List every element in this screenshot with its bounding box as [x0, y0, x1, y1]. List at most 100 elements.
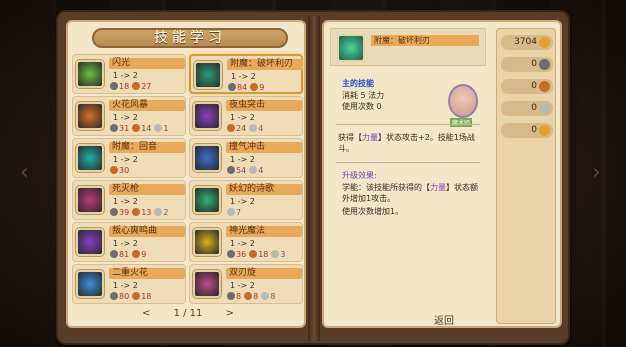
upgrade-uses: 使用次数增加1。 [342, 207, 404, 216]
cost-value: 18 [141, 292, 152, 301]
coin-icon [110, 292, 118, 300]
skill-card[interactable]: 神光魔法 1 -> 2 36 18 3 [189, 222, 303, 262]
owner-label: 主的技能 [342, 79, 374, 88]
cost-value: 39 [119, 208, 130, 217]
cost-value: 7 [236, 208, 242, 217]
skill-cost: 80 18 [109, 292, 153, 301]
skill-icon [76, 60, 104, 88]
cost-value: 4 [258, 166, 264, 175]
skill-name: 撞气冲击 [226, 142, 302, 153]
resource-row: 0 [501, 101, 553, 116]
upgrade-title: 升级效果: [342, 171, 377, 180]
coin-icon [132, 124, 141, 132]
skill-cost: 8 8 8 [226, 292, 277, 301]
coin-icon [110, 250, 118, 258]
resource-row: 0 [501, 123, 553, 138]
cost-value: 3 [280, 250, 286, 259]
skill-level: 1 -> 2 [230, 239, 255, 248]
skill-card[interactable]: 死灭枪 1 -> 2 39 13 2 [72, 180, 186, 220]
coin-icon [227, 208, 235, 216]
coin-icon [227, 166, 235, 174]
desc-part1: 获得【 [338, 133, 362, 142]
skill-icon [194, 61, 222, 89]
skill-card[interactable]: 夜虫突击 1 -> 2 24 4 [189, 96, 303, 136]
cost-value: 30 [119, 166, 130, 175]
skill-icon [76, 228, 104, 256]
skill-card[interactable]: 双刃旋 1 -> 2 8 8 8 [189, 264, 303, 304]
cost-value: 1 [163, 124, 169, 133]
cost-value: 31 [119, 124, 130, 133]
skill-cost: 39 13 2 [109, 208, 170, 217]
avatar-tag: 魔术师 [450, 118, 473, 127]
skill-icon [193, 270, 221, 298]
skill-card[interactable]: 附魔：破坏利刃 1 -> 2 84 9 [189, 54, 303, 94]
coin-icon [132, 208, 141, 216]
skill-detail: 附魔：破坏利刃 主的技能 消耗 5 法力 使用次数 0 魔术师 获得【力量】状态… [330, 28, 486, 324]
resource-row: 0 [501, 79, 553, 94]
skill-name: 双刃旋 [226, 268, 302, 279]
uses-label: 使用次数 0 [342, 102, 382, 111]
cost-value: 2 [163, 208, 169, 217]
right-arrow-icon[interactable]: › [592, 160, 601, 185]
skill-name: 火花风暴 [109, 100, 185, 111]
skill-description: 获得【力量】状态攻击+2。技能1场战斗。 [338, 132, 486, 154]
skill-name: 闪光 [109, 58, 185, 69]
skill-card[interactable]: 闪光 1 -> 2 18 27 [72, 54, 186, 94]
right-page: 附魔：破坏利刃 主的技能 消耗 5 法力 使用次数 0 魔术师 获得【力量】状态… [322, 20, 562, 328]
coin-icon [154, 208, 163, 216]
resource-row: 3704 [501, 35, 553, 50]
resource-value: 0 [531, 125, 537, 135]
coin-icon [110, 166, 118, 174]
back-button[interactable]: 返回 [324, 312, 564, 327]
skill-level: 1 -> 2 [113, 113, 138, 122]
cost-value: 54 [236, 166, 247, 175]
skill-card[interactable]: 火花风暴 1 -> 2 31 14 1 [72, 96, 186, 136]
skill-icon [193, 228, 221, 256]
prev-page-button[interactable]: < [142, 308, 150, 319]
next-page-button[interactable]: > [226, 308, 234, 319]
skill-card[interactable]: 妖幻的诗歌 1 -> 2 7 [189, 180, 303, 220]
resource-panel: 3704 0 0 0 0 [496, 28, 556, 324]
coin-icon [132, 250, 141, 258]
skill-cost: 7 [226, 208, 243, 217]
skill-name: 附魔：回音 [109, 142, 185, 153]
coin-icon [132, 82, 141, 90]
skill-cost: 84 9 [227, 83, 266, 92]
divider [336, 162, 480, 163]
character-avatar [448, 84, 478, 118]
currency-icon [539, 103, 550, 114]
desc-item: 力量 [362, 133, 378, 142]
skill-level: 1 -> 2 [230, 197, 255, 206]
skill-card[interactable]: 撞气冲击 1 -> 2 54 4 [189, 138, 303, 178]
page-title: 技能学习 [92, 28, 288, 48]
skill-icon [76, 186, 104, 214]
resource-value: 3704 [514, 37, 537, 47]
skill-level: 1 -> 2 [113, 239, 138, 248]
book-spine [308, 16, 320, 341]
skill-icon [193, 186, 221, 214]
skill-cost: 54 4 [226, 166, 265, 175]
skill-card[interactable]: 附魔：回音 1 -> 2 30 [72, 138, 186, 178]
skill-name: 死灭枪 [109, 184, 185, 195]
currency-icon [539, 37, 550, 48]
coin-icon [132, 292, 141, 300]
coin-icon [110, 82, 118, 90]
currency-icon [539, 59, 550, 70]
coin-icon [154, 124, 163, 132]
cost-value: 8 [253, 292, 259, 301]
skill-cost: 31 14 1 [109, 124, 170, 133]
skill-name: 夜虫突击 [226, 100, 302, 111]
coin-icon [227, 124, 235, 132]
skill-level: 1 -> 2 [230, 155, 255, 164]
coin-icon [110, 208, 118, 216]
coin-icon [249, 124, 258, 132]
skill-card[interactable]: 叛心爽鸣曲 1 -> 2 81 9 [72, 222, 186, 262]
detail-header: 附魔：破坏利刃 [330, 28, 486, 66]
cost-value: 9 [259, 83, 265, 92]
cost-value: 14 [141, 124, 152, 133]
skill-cost: 18 27 [109, 82, 153, 91]
skill-level: 1 -> 2 [113, 197, 138, 206]
left-arrow-icon[interactable]: ‹ [20, 160, 29, 185]
blade-skill-icon [337, 34, 365, 62]
skill-card[interactable]: 二重火花 1 -> 2 80 18 [72, 264, 186, 304]
